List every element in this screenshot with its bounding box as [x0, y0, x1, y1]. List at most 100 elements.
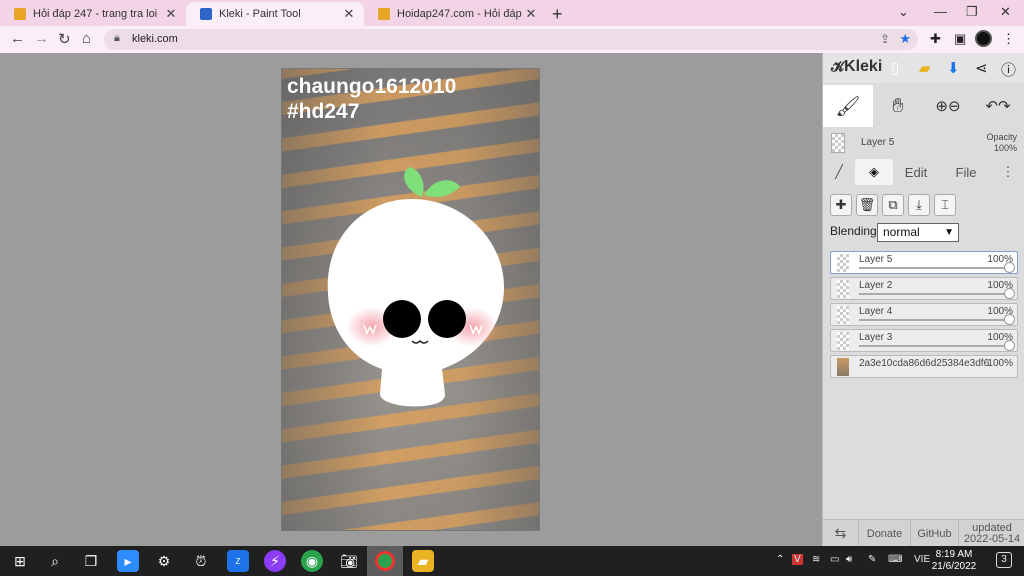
- menu-kebab-icon[interactable]: ⋮: [1002, 31, 1015, 47]
- zalo-app-icon[interactable]: Z: [227, 550, 249, 572]
- layers-icon: ◈: [869, 164, 879, 179]
- layer-row[interactable]: 2a3e10cda86d6d25384e3df6 100%: [830, 355, 1018, 378]
- tab-layers[interactable]: ◈: [855, 159, 893, 185]
- slider-knob[interactable]: [1004, 288, 1015, 299]
- blending-select[interactable]: normal ▼: [877, 223, 959, 242]
- layer-name: 2a3e10cda86d6d25384e3df6: [859, 358, 990, 369]
- layer-opacity-slider[interactable]: [859, 293, 1005, 295]
- tab-file[interactable]: File: [941, 159, 991, 185]
- settings-gear-icon[interactable]: ⚙: [153, 550, 175, 572]
- add-layer-button[interactable]: ✚: [830, 194, 852, 216]
- drawing-canvas[interactable]: chaungo1612010 #hd247: [281, 68, 540, 531]
- wifi-icon[interactable]: ≋: [812, 554, 820, 565]
- tab-title: Hoidap247.com - Hỏi đáp online: [397, 8, 524, 20]
- merge-layer-button[interactable]: ⤓: [908, 194, 930, 216]
- close-icon[interactable]: ✕: [164, 6, 178, 22]
- tab-kleki[interactable]: Kleki - Paint Tool ✕: [186, 2, 364, 26]
- zoom-app-icon[interactable]: ▸: [117, 550, 139, 572]
- duplicate-layer-button[interactable]: ⧉: [882, 194, 904, 216]
- swap-side-icon[interactable]: ⇆: [823, 520, 859, 547]
- keyboard-icon[interactable]: ⌨: [888, 554, 902, 565]
- tab-edit[interactable]: Edit: [893, 159, 939, 185]
- opacity-label: Opacity: [986, 132, 1017, 142]
- alarm-clock-icon[interactable]: ⏰︎: [190, 550, 212, 572]
- hand-tool-button[interactable]: ✋︎: [873, 85, 923, 127]
- messenger-icon[interactable]: ⚡︎: [264, 550, 286, 572]
- layer-name: Layer 5: [859, 254, 893, 265]
- window-close-icon[interactable]: ✕: [1000, 4, 1011, 20]
- reload-icon[interactable]: ↻: [58, 30, 71, 48]
- blending-value: normal: [883, 225, 920, 239]
- taskbar-clock[interactable]: 8:19 AM 21/6/2022: [928, 549, 980, 573]
- minimize-icon[interactable]: —: [934, 4, 947, 19]
- brush-tool-button[interactable]: 🖌︎: [823, 85, 873, 127]
- slider-knob[interactable]: [1004, 340, 1015, 351]
- notification-center-icon[interactable]: 3: [996, 552, 1012, 568]
- side-panel-icon[interactable]: ▣: [954, 31, 966, 47]
- layer-row[interactable]: Layer 3 100%: [830, 329, 1018, 352]
- drawing-workspace[interactable]: chaungo1612010 #hd247: [0, 53, 822, 546]
- back-arrow-icon[interactable]: ←: [10, 30, 25, 47]
- share-icon[interactable]: ⋖: [975, 59, 988, 77]
- more-options-icon[interactable]: ⋮: [995, 159, 1021, 185]
- chrome-active-icon[interactable]: [367, 546, 403, 576]
- layer-opacity-slider[interactable]: [859, 267, 1005, 269]
- layer-opacity-slider[interactable]: [859, 319, 1005, 321]
- layer-opacity-slider[interactable]: [859, 345, 1005, 347]
- extensions-icon[interactable]: ✚: [930, 31, 941, 47]
- share-icon[interactable]: ⇪: [880, 32, 890, 46]
- zoom-tool-button[interactable]: ⊕⊖: [923, 85, 973, 127]
- pen-icon[interactable]: ✎: [868, 554, 876, 565]
- file-explorer-icon[interactable]: ▰: [412, 550, 434, 572]
- close-icon[interactable]: ✕: [342, 6, 356, 22]
- forward-arrow-icon[interactable]: →: [34, 30, 49, 47]
- trash-icon: 🗑︎: [858, 197, 876, 212]
- layer-row[interactable]: Layer 5 100%: [830, 251, 1018, 274]
- bookmark-star-icon[interactable]: ★: [899, 31, 911, 47]
- battery-icon[interactable]: ▭: [830, 554, 839, 565]
- profile-avatar[interactable]: [975, 30, 992, 47]
- changelog-link[interactable]: updated 2022-05-14: [959, 520, 1024, 547]
- open-folder-icon[interactable]: ▰: [919, 59, 931, 77]
- download-icon[interactable]: ⬇: [947, 59, 960, 77]
- updated-date: 2022-05-14: [963, 532, 1021, 545]
- kleki-favicon-icon: [200, 8, 212, 20]
- new-tab-button[interactable]: +: [552, 4, 563, 25]
- home-icon[interactable]: ⌂: [82, 30, 91, 47]
- clock-date: 21/6/2022: [931, 561, 977, 572]
- search-icon[interactable]: ⌕: [44, 550, 66, 572]
- right-eye: [428, 300, 466, 338]
- start-windows-icon[interactable]: ⊞: [9, 550, 31, 572]
- github-link[interactable]: GitHub: [911, 520, 959, 547]
- undo-redo-button[interactable]: ↶↷: [973, 85, 1023, 127]
- address-bar[interactable]: 🔒︎ kleki.com ⇪ ★: [104, 29, 918, 50]
- close-icon[interactable]: ✕: [524, 6, 538, 22]
- camera-icon[interactable]: 📷︎: [338, 550, 360, 572]
- tab-search-icon[interactable]: ⌄: [898, 4, 909, 20]
- tab-hoidap-2[interactable]: Hoidap247.com - Hỏi đáp online ✕: [364, 2, 546, 26]
- vpn-tray-icon[interactable]: V: [792, 554, 803, 565]
- kleki-logo-text: Kleki: [844, 58, 883, 75]
- undo-redo-icon: ↶↷: [985, 98, 1011, 115]
- delete-layer-button[interactable]: 🗑︎: [856, 194, 878, 216]
- slider-knob[interactable]: [1004, 262, 1015, 273]
- new-image-icon[interactable]: ▯: [891, 59, 899, 77]
- help-icon[interactable]: ⓘ: [1001, 59, 1016, 80]
- layer-row[interactable]: Layer 4 100%: [830, 303, 1018, 326]
- tray-overflow-icon[interactable]: ⌃: [776, 554, 784, 565]
- kleki-logo: 𝓚Kleki: [831, 58, 883, 75]
- layer-row[interactable]: Layer 2 100%: [830, 277, 1018, 300]
- volume-icon[interactable]: 🔊︎: [846, 554, 852, 565]
- slider-knob[interactable]: [1004, 314, 1015, 325]
- tab-title: Hỏi đáp 247 - trang tra loi: [33, 8, 158, 20]
- tab-hoidap-1[interactable]: Hỏi đáp 247 - trang tra loi ✕: [0, 2, 186, 26]
- task-view-icon[interactable]: ❐: [80, 550, 102, 572]
- hoidap-favicon-icon: [14, 8, 26, 20]
- tab-brush[interactable]: ╱: [823, 159, 855, 185]
- kleki-side-panel: 𝓚Kleki ▯ ▰ ⬇ ⋖ ⓘ 🖌︎ ✋︎ ⊕⊖ ↶↷ Layer 5 Opa…: [822, 53, 1024, 547]
- rename-layer-button[interactable]: ⌶: [934, 194, 956, 216]
- donate-link[interactable]: Donate: [859, 520, 911, 547]
- restore-icon[interactable]: ❐: [966, 4, 978, 20]
- url-text[interactable]: kleki.com: [132, 33, 178, 45]
- chrome-icon[interactable]: ◉: [301, 550, 323, 572]
